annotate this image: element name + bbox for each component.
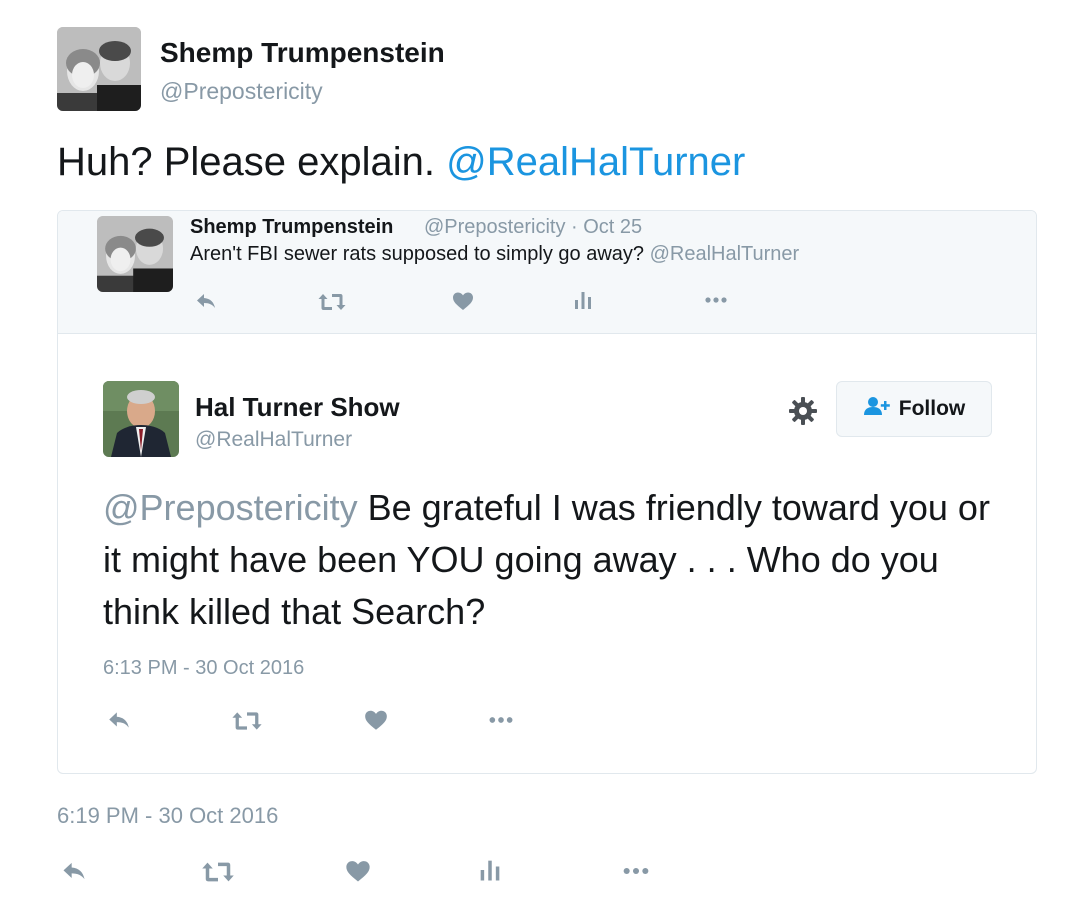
reply-mention-link[interactable]: @RealHalTurner — [650, 243, 800, 265]
reply-icon[interactable] — [105, 707, 133, 733]
analytics-icon[interactable] — [475, 856, 505, 884]
avatar-embedded[interactable] — [103, 381, 179, 457]
embedded-mention-link[interactable]: @Prepostericity — [103, 487, 358, 528]
avatar-photo-icon — [57, 27, 141, 111]
author-name[interactable]: Shemp Trumpenstein — [160, 37, 445, 69]
retweet-icon[interactable] — [316, 290, 348, 314]
avatar-main[interactable] — [57, 27, 141, 111]
reply-icon[interactable] — [58, 857, 90, 885]
author-handle[interactable]: @Prepostericity — [160, 78, 323, 105]
gear-icon[interactable] — [788, 396, 818, 426]
embedded-tweet-text: @Prepostericity Be grateful I was friend… — [103, 482, 1003, 638]
avatar-reply-context[interactable] — [97, 216, 173, 292]
embedded-timestamp[interactable]: 6:13 PM - 30 Oct 2016 — [103, 657, 304, 680]
avatar-photo-icon — [97, 216, 173, 292]
tweet-text-body: Huh? Please explain. — [57, 140, 447, 184]
retweet-icon[interactable] — [199, 858, 237, 886]
follow-button[interactable]: Follow — [836, 381, 992, 437]
embedded-author-handle[interactable]: @RealHalTurner — [195, 428, 352, 452]
reply-icon[interactable] — [193, 289, 219, 313]
reply-author-meta[interactable]: @Prepostericity · Oct 25 — [424, 216, 642, 239]
mention-link[interactable]: @RealHalTurner — [446, 140, 745, 184]
follow-label: Follow — [898, 397, 966, 420]
add-user-icon — [863, 396, 891, 422]
heart-icon[interactable] — [362, 707, 390, 733]
heart-icon[interactable] — [450, 289, 476, 313]
reply-text: Aren't FBI sewer rats supposed to simply… — [190, 243, 799, 266]
more-icon[interactable] — [700, 288, 732, 312]
tweet-text: Huh? Please explain. @RealHalTurner — [57, 140, 745, 185]
embedded-author-name[interactable]: Hal Turner Show — [195, 392, 400, 423]
reply-text-body: Aren't FBI sewer rats supposed to simply… — [190, 243, 650, 265]
retweet-icon[interactable] — [230, 708, 264, 734]
heart-icon[interactable] — [343, 857, 373, 885]
analytics-icon[interactable] — [570, 288, 596, 312]
reply-author-name[interactable]: Shemp Trumpenstein — [190, 216, 393, 239]
more-icon[interactable] — [617, 857, 655, 885]
avatar-photo-icon — [103, 381, 179, 457]
tweet-timestamp[interactable]: 6:19 PM - 30 Oct 2016 — [57, 803, 278, 829]
more-icon[interactable] — [484, 707, 518, 733]
